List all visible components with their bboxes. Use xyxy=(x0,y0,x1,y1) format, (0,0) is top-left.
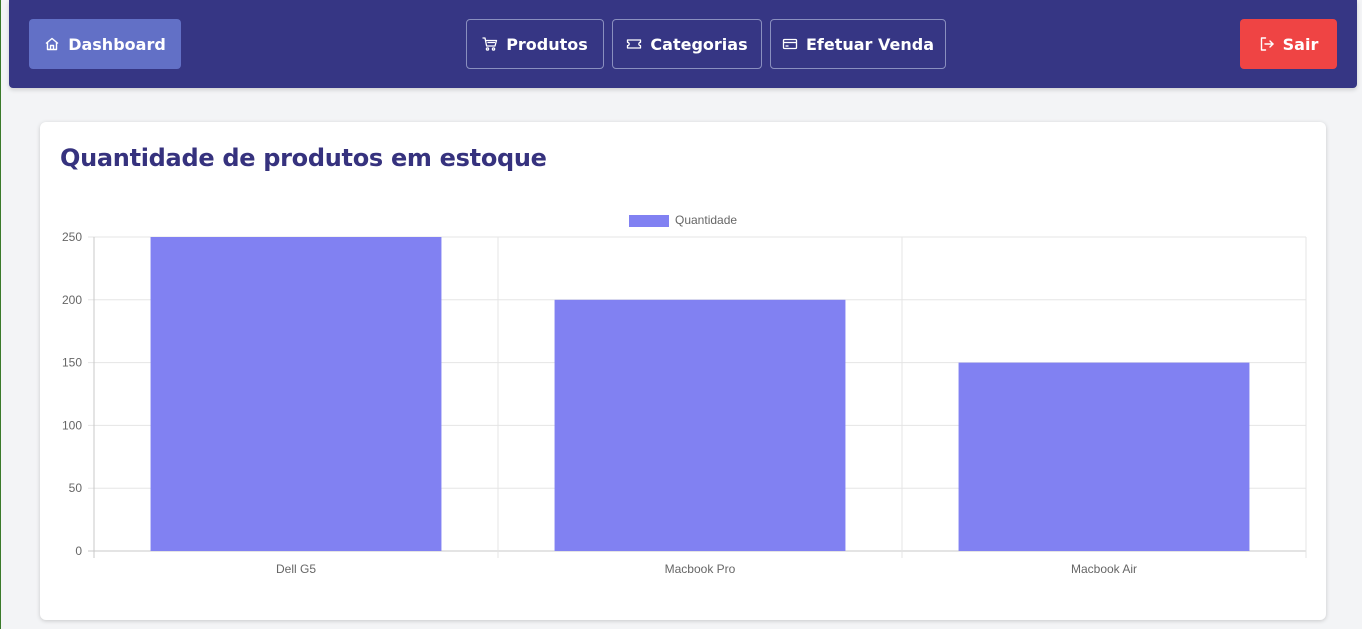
categorias-button-label: Categorias xyxy=(650,34,748,54)
home-icon xyxy=(45,37,59,51)
y-tick-label: 100 xyxy=(62,418,82,432)
credit-card-icon xyxy=(782,38,798,50)
chart-legend: Quantidade xyxy=(629,213,737,227)
stock-chart-card: Quantidade de produtos em estoque 0 50 100… xyxy=(40,122,1326,620)
efetuar-venda-button[interactable]: Efetuar Venda xyxy=(770,19,946,69)
stock-bar-chart: 0 50 100 150 200 250 Dell G5 Macbook Pro Macbook… xyxy=(62,213,1307,576)
x-tick-label: Dell G5 xyxy=(276,562,316,576)
produtos-button[interactable]: Produtos xyxy=(466,19,604,69)
logout-button[interactable]: Sair xyxy=(1240,19,1337,69)
left-edge-border xyxy=(0,0,1,629)
x-tick-label: Macbook Air xyxy=(1071,562,1137,576)
y-tick-label: 150 xyxy=(62,356,82,370)
produtos-button-label: Produtos xyxy=(506,34,588,54)
ticket-icon xyxy=(627,39,642,49)
logout-icon xyxy=(1260,37,1274,51)
bar-macbook-air[interactable] xyxy=(958,362,1250,551)
legend-label[interactable]: Quantidade xyxy=(675,213,737,227)
dashboard-button[interactable]: Dashboard xyxy=(29,19,181,69)
y-tick-label: 250 xyxy=(62,230,82,244)
logout-button-label: Sair xyxy=(1282,34,1319,54)
shopping-cart-icon xyxy=(482,37,498,51)
top-navbar: Dashboard Produtos Categorias Efetuar Ve… xyxy=(9,0,1357,88)
dashboard-button-label: Dashboard xyxy=(68,34,166,54)
chart-bars xyxy=(150,237,1250,551)
legend-swatch[interactable] xyxy=(629,215,669,227)
efetuar-venda-button-label: Efetuar Venda xyxy=(805,34,935,54)
bar-macbook-pro[interactable] xyxy=(554,299,846,551)
y-tick-label: 200 xyxy=(62,293,82,307)
x-tick-label: Macbook Pro xyxy=(665,562,736,576)
categorias-button[interactable]: Categorias xyxy=(612,19,762,69)
y-tick-label: 0 xyxy=(75,544,82,558)
bar-dell-g5[interactable] xyxy=(150,237,442,551)
y-tick-label: 50 xyxy=(69,481,83,495)
